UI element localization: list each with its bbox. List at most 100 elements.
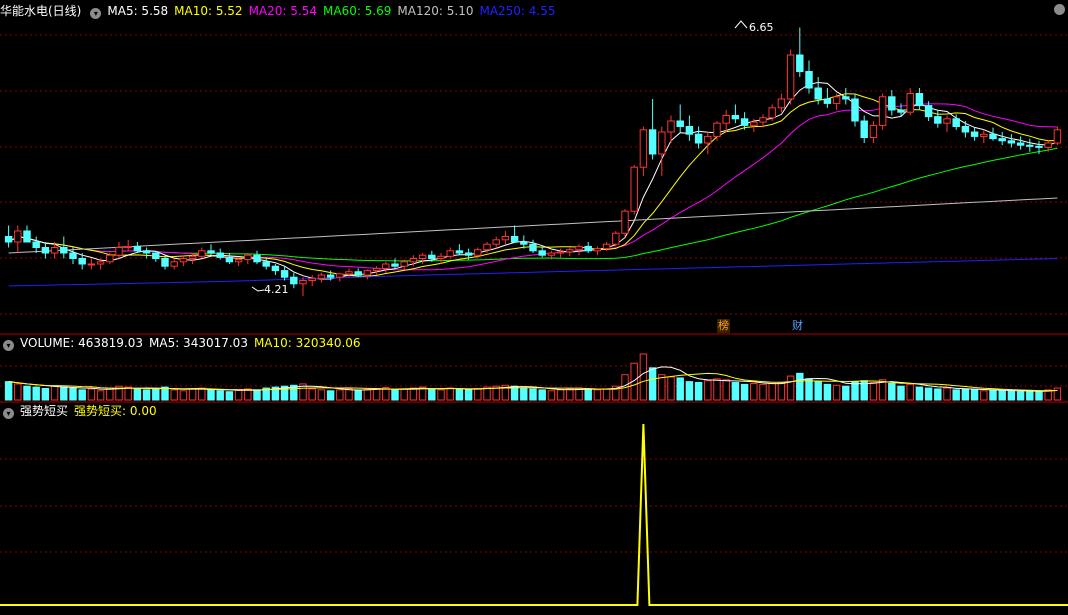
- volume-bar: [188, 388, 197, 401]
- volume-bar: [731, 382, 740, 401]
- volume-bar: [961, 388, 970, 401]
- volume-bar: [41, 388, 50, 401]
- candle-body: [372, 267, 381, 272]
- chart-canvas: 6.65 4.21: [0, 20, 1068, 606]
- candle-body: [575, 245, 583, 251]
- candle-body: [934, 116, 942, 124]
- volume-bar: [566, 388, 574, 401]
- volume-bar: [179, 390, 188, 401]
- volume-bar: [980, 390, 988, 401]
- candle-body: [464, 252, 473, 256]
- volume-bar: [768, 382, 776, 401]
- volume-bar: [1007, 390, 1016, 401]
- volume-bar: [924, 387, 933, 401]
- volume-bar: [685, 381, 694, 401]
- candle-body: [814, 87, 822, 100]
- candle-body: [106, 254, 114, 263]
- volume-bar: [161, 386, 169, 401]
- candle-body: [96, 261, 105, 265]
- volume-legend: ▾ VOLUME: 463819.03 MA5: 343017.03 MA10: 32…: [0, 335, 367, 351]
- candle-body: [1026, 144, 1034, 147]
- volume-bar: [96, 390, 105, 401]
- candle-body: [943, 118, 951, 124]
- volume-bar: [14, 383, 22, 401]
- volume-bar: [372, 388, 381, 401]
- moving-average-lines: [8, 81, 1058, 287]
- candle-body: [520, 241, 528, 245]
- volume-bar: [704, 380, 712, 401]
- candle-body: [437, 255, 445, 259]
- volume-bar: [547, 390, 556, 401]
- candle-body: [731, 115, 740, 120]
- volume-bar: [336, 389, 344, 401]
- volume-bar: [354, 389, 362, 401]
- volume-bar: [474, 388, 482, 401]
- chevron-down-icon[interactable]: ▾: [90, 8, 102, 19]
- volume-bar: [391, 389, 399, 401]
- candle-body: [225, 256, 234, 263]
- candle-body: [354, 271, 362, 276]
- candle-body: [179, 258, 188, 263]
- candle-body: [87, 263, 96, 266]
- volume-bar: [639, 353, 648, 401]
- candle-body: [566, 249, 574, 253]
- volume-bar: [602, 388, 611, 401]
- candlestick-series: [4, 27, 1062, 296]
- panel-close-icon[interactable]: [1054, 4, 1065, 15]
- candle-body: [842, 96, 850, 100]
- candle-body: [133, 245, 142, 252]
- volume-bar: [464, 389, 473, 401]
- volume-bar: [520, 387, 528, 401]
- candle-body: [1007, 140, 1016, 144]
- volume-bar: [952, 389, 960, 401]
- candle-body: [483, 243, 491, 251]
- cai-badge[interactable]: 财: [791, 319, 804, 333]
- candle-body: [142, 250, 151, 254]
- volume-bar: [915, 386, 924, 401]
- volume-bar: [32, 386, 40, 401]
- candle-body: [271, 265, 280, 272]
- volume-bar: [694, 382, 703, 401]
- indicator-line: [0, 423, 1068, 606]
- candle-body: [78, 258, 86, 265]
- volume-bar: [216, 390, 224, 401]
- volume-bar: [676, 377, 684, 401]
- candle-body: [869, 124, 878, 139]
- volume-bar: [851, 381, 859, 401]
- candle-body: [989, 133, 997, 140]
- volume-bar: [556, 389, 565, 401]
- volume-bar: [1035, 391, 1043, 401]
- candle-body: [694, 133, 703, 144]
- volume-bar: [1053, 387, 1062, 401]
- volume-bar: [538, 389, 546, 401]
- candle-body: [1035, 145, 1043, 148]
- volume-bar: [759, 383, 767, 401]
- chevron-down-icon[interactable]: ▾: [3, 408, 14, 419]
- candle-body: [924, 105, 933, 118]
- candle-body: [428, 254, 436, 259]
- volume-bar: [253, 389, 261, 401]
- volume-bar: [106, 387, 114, 401]
- volume-bar: [152, 388, 160, 401]
- candle-body: [317, 274, 326, 279]
- candle-body: [593, 248, 602, 252]
- ma5-label: MA5: 5.58: [107, 4, 169, 18]
- candle-body: [23, 230, 31, 243]
- chevron-down-icon[interactable]: ▾: [3, 340, 14, 351]
- indicator-name: 强势短买: [20, 404, 69, 418]
- candle-body: [152, 252, 160, 259]
- candle-body: [244, 254, 252, 261]
- candle-body: [805, 71, 813, 89]
- candle-body: [906, 93, 914, 113]
- candle-body: [4, 236, 13, 243]
- volume-bar: [584, 388, 592, 401]
- candle-body: [648, 129, 657, 155]
- volume-bar: [4, 381, 13, 401]
- volume-bar: [326, 390, 335, 401]
- candle-body: [326, 274, 335, 278]
- candle-body: [308, 277, 316, 281]
- bang-badge[interactable]: 榜: [717, 319, 730, 333]
- candle-body: [639, 129, 648, 168]
- candle-body: [851, 98, 859, 122]
- volume-bar: [437, 389, 445, 401]
